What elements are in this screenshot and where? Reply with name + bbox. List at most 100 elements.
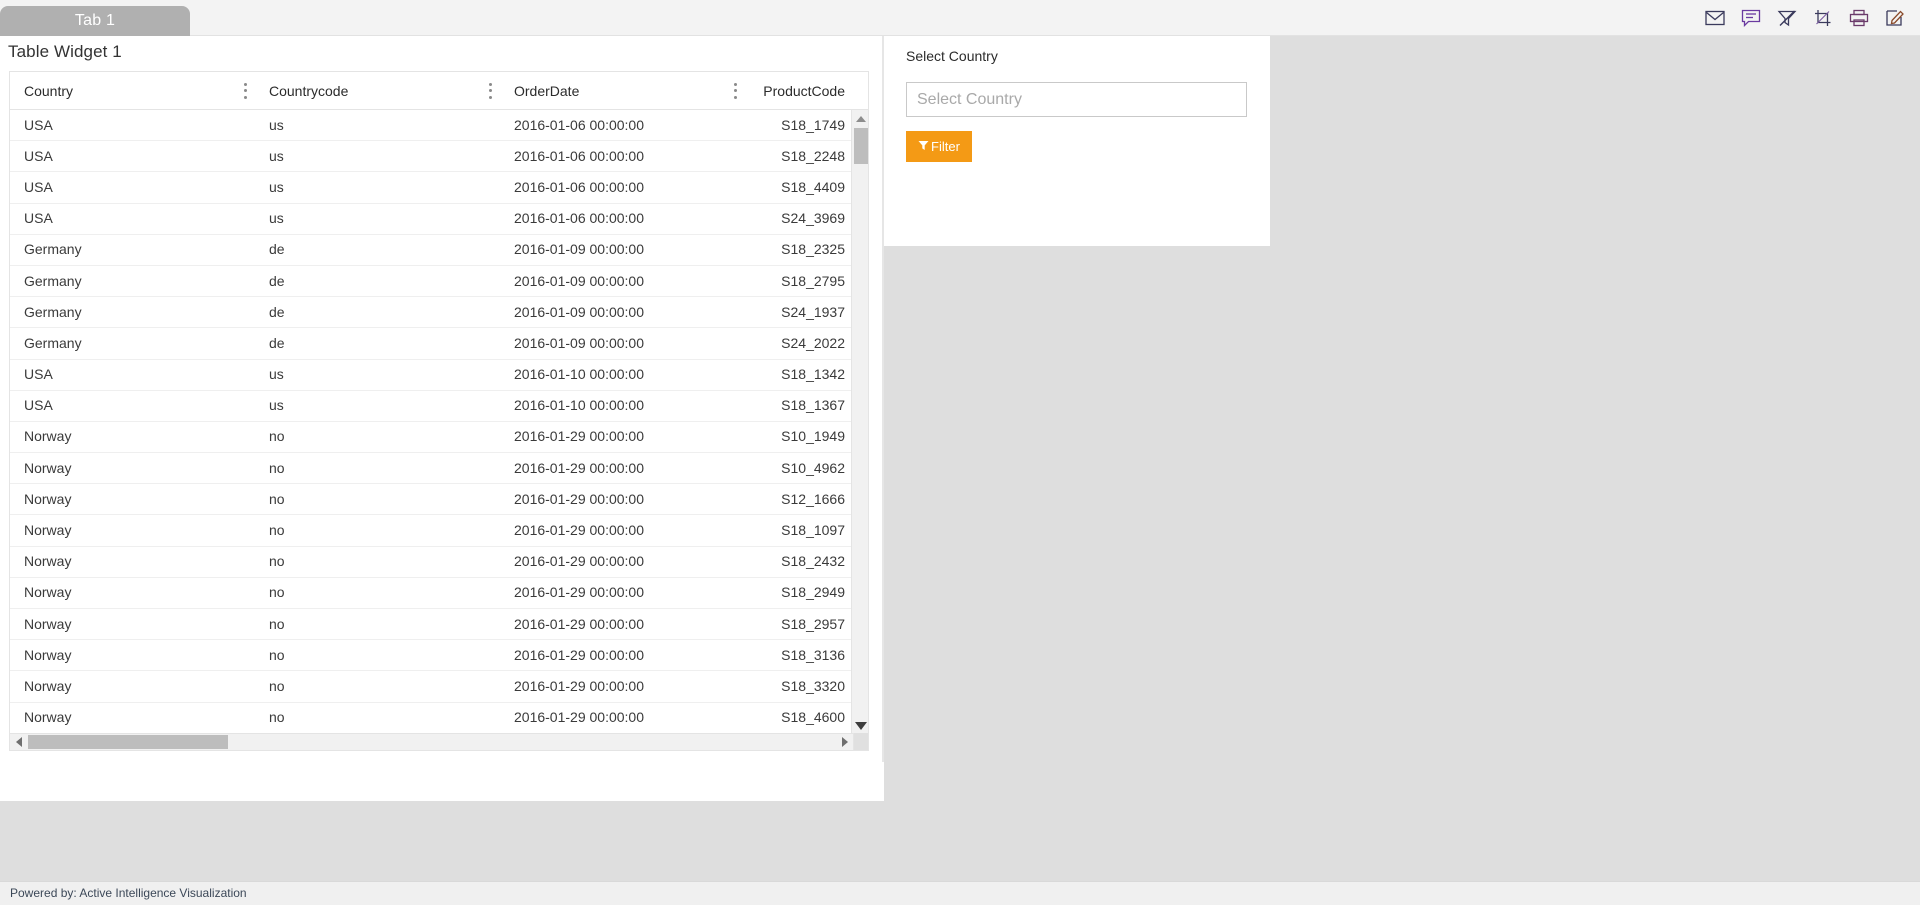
table-row[interactable]: USAus2016-01-06 00:00:00S18_4409 — [10, 172, 853, 203]
table-cell: 2016-01-29 00:00:00 — [500, 702, 745, 733]
table-cell: S18_2432 — [745, 546, 853, 577]
table-cell: S18_1097 — [745, 515, 853, 546]
table-cell: S18_3136 — [745, 640, 853, 671]
table-row[interactable]: Norwayno2016-01-29 00:00:00S18_3320 — [10, 671, 853, 702]
filter-button-label: Filter — [931, 139, 960, 154]
table-cell: S18_2957 — [745, 609, 853, 640]
tab-1[interactable]: Tab 1 — [0, 6, 190, 36]
table-vertical-scrollbar[interactable] — [851, 110, 868, 734]
table-row[interactable]: Germanyde2016-01-09 00:00:00S24_2022 — [10, 328, 853, 359]
table-cell: 2016-01-06 00:00:00 — [500, 141, 745, 172]
crop-icon[interactable] — [1812, 7, 1834, 29]
table-cell: no — [255, 421, 500, 452]
table-cell: 2016-01-09 00:00:00 — [500, 234, 745, 265]
column-header-label: Country — [24, 83, 73, 99]
filter-off-icon[interactable] — [1776, 7, 1798, 29]
table-body: USAus2016-01-06 00:00:00S18_1749USAus201… — [10, 110, 853, 734]
table-cell: us — [255, 359, 500, 390]
table-cell: Germany — [10, 234, 255, 265]
table-cell: no — [255, 609, 500, 640]
filter-button[interactable]: Filter — [906, 131, 972, 162]
table-cell: no — [255, 515, 500, 546]
table-cell: no — [255, 640, 500, 671]
table-cell: us — [255, 141, 500, 172]
table-cell: de — [255, 297, 500, 328]
page-title: Table Widget 1 — [8, 42, 122, 62]
table-cell: S10_1949 — [745, 421, 853, 452]
table-cell: 2016-01-09 00:00:00 — [500, 266, 745, 297]
table-row[interactable]: Norwayno2016-01-29 00:00:00S18_1097 — [10, 515, 853, 546]
column-header-countrycode[interactable]: Countrycode — [255, 72, 500, 110]
scroll-down-arrow-icon[interactable] — [852, 717, 869, 734]
table-cell: 2016-01-10 00:00:00 — [500, 390, 745, 421]
column-menu-kebab-icon[interactable] — [243, 83, 247, 99]
table-cell: S12_1666 — [745, 484, 853, 515]
select-country-input[interactable] — [906, 82, 1247, 117]
column-menu-kebab-icon[interactable] — [733, 83, 737, 99]
table-row[interactable]: Germanyde2016-01-09 00:00:00S18_2795 — [10, 266, 853, 297]
column-header-country[interactable]: Country — [10, 72, 255, 110]
column-menu-kebab-icon[interactable] — [488, 83, 492, 99]
table-row[interactable]: USAus2016-01-06 00:00:00S24_3969 — [10, 204, 853, 235]
funnel-icon — [918, 139, 929, 154]
table-cell: Norway — [10, 640, 255, 671]
table-row[interactable]: Norwayno2016-01-29 00:00:00S10_1949 — [10, 422, 853, 453]
table-row[interactable]: USAus2016-01-10 00:00:00S18_1367 — [10, 391, 853, 422]
select-country-label: Select Country — [906, 48, 998, 64]
table-cell: Norway — [10, 421, 255, 452]
table-row[interactable]: USAus2016-01-10 00:00:00S18_1342 — [10, 360, 853, 391]
table-cell: USA — [10, 141, 255, 172]
table-cell: S18_1367 — [745, 390, 853, 421]
table-cell: 2016-01-29 00:00:00 — [500, 484, 745, 515]
table-row[interactable]: Germanyde2016-01-09 00:00:00S24_1937 — [10, 297, 853, 328]
table-row[interactable]: Norwayno2016-01-29 00:00:00S10_4962 — [10, 453, 853, 484]
table-cell: 2016-01-29 00:00:00 — [500, 671, 745, 702]
table-cell: us — [255, 172, 500, 203]
powered-by-label: Powered by: Active Intelligence Visualiz… — [10, 886, 247, 900]
table-row[interactable]: USAus2016-01-06 00:00:00S18_1749 — [10, 110, 853, 141]
table-cell: Norway — [10, 453, 255, 484]
footer-bar: Powered by: Active Intelligence Visualiz… — [0, 881, 1920, 905]
table-cell: 2016-01-06 00:00:00 — [500, 203, 745, 234]
scroll-up-arrow-icon[interactable] — [852, 110, 869, 127]
table-row[interactable]: USAus2016-01-06 00:00:00S18_2248 — [10, 141, 853, 172]
table-cell: 2016-01-06 00:00:00 — [500, 172, 745, 203]
application-root: Tab 1 — [0, 0, 1920, 905]
table-row[interactable]: Norwayno2016-01-29 00:00:00S12_1666 — [10, 484, 853, 515]
table-cell: S18_2949 — [745, 577, 853, 608]
toolbar — [1704, 4, 1906, 32]
dashboard-canvas: Table Widget 1 Country Countrycode Order… — [0, 36, 1920, 891]
table-cell: 2016-01-29 00:00:00 — [500, 515, 745, 546]
edit-icon[interactable] — [1884, 7, 1906, 29]
table-cell: Germany — [10, 266, 255, 297]
table-cell: USA — [10, 110, 255, 141]
column-header-productcode[interactable]: ProductCode — [745, 72, 853, 110]
table-cell: S18_4600 — [745, 702, 853, 733]
vertical-scroll-thumb[interactable] — [854, 128, 868, 164]
table-cell: USA — [10, 172, 255, 203]
table-row[interactable]: Norwayno2016-01-29 00:00:00S18_3136 — [10, 640, 853, 671]
table-cell: 2016-01-06 00:00:00 — [500, 110, 745, 141]
table-row[interactable]: Norwayno2016-01-29 00:00:00S18_2949 — [10, 578, 853, 609]
table-cell: us — [255, 110, 500, 141]
table-row[interactable]: Norwayno2016-01-29 00:00:00S18_2957 — [10, 609, 853, 640]
scroll-left-arrow-icon[interactable] — [10, 734, 27, 750]
scroll-right-arrow-icon[interactable] — [836, 734, 853, 750]
scrollbar-corner — [853, 733, 869, 750]
printer-icon[interactable] — [1848, 7, 1870, 29]
table-cell: 2016-01-29 00:00:00 — [500, 546, 745, 577]
table-row[interactable]: Germanyde2016-01-09 00:00:00S18_2325 — [10, 235, 853, 266]
horizontal-scroll-thumb[interactable] — [28, 735, 228, 749]
table-cell: S24_3969 — [745, 203, 853, 234]
table-cell: Norway — [10, 671, 255, 702]
column-header-orderdate[interactable]: OrderDate — [500, 72, 745, 110]
envelope-icon[interactable] — [1704, 7, 1726, 29]
table-horizontal-scrollbar[interactable] — [10, 733, 869, 750]
table-cell: no — [255, 484, 500, 515]
comment-icon[interactable] — [1740, 7, 1762, 29]
table-cell: USA — [10, 390, 255, 421]
table-row[interactable]: Norwayno2016-01-29 00:00:00S18_2432 — [10, 547, 853, 578]
table-cell: USA — [10, 203, 255, 234]
table-row[interactable]: Norwayno2016-01-29 00:00:00S18_4600 — [10, 703, 853, 734]
table-body-wrapper: USAus2016-01-06 00:00:00S18_1749USAus201… — [10, 110, 868, 734]
